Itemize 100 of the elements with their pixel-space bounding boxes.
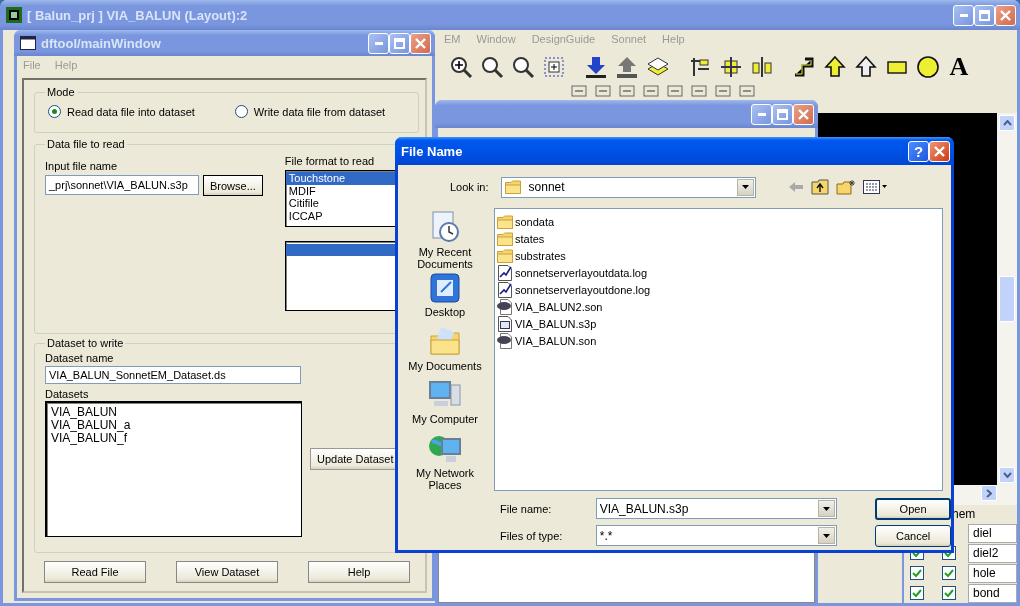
- radio-label: Write data file from dataset: [253, 105, 386, 118]
- list-item[interactable]: VIA_BALUN_f: [48, 432, 301, 445]
- field-label: File format to read: [284, 155, 376, 167]
- place-item[interactable]: My Network Places: [405, 431, 485, 491]
- dataset-name-field[interactable]: VIA_BALUN_SonnetEM_Dataset.ds: [45, 366, 301, 384]
- toolbar-icon: [643, 83, 659, 98]
- close-button[interactable]: [410, 32, 431, 54]
- circle-icon: [916, 54, 940, 79]
- toolbar-icon: [667, 83, 683, 98]
- folder-icon: [429, 325, 461, 358]
- close-icon: [934, 145, 945, 157]
- checkbox[interactable]: [942, 586, 956, 600]
- view-menu-icon: [862, 180, 887, 194]
- place-item[interactable]: My Documents: [408, 323, 482, 378]
- group-label: Dataset to write: [46, 337, 125, 349]
- globe-computer-icon: [428, 433, 462, 465]
- group-label: Data file to read: [46, 138, 126, 150]
- document-icon: [497, 298, 513, 315]
- minimize-icon: [959, 13, 968, 17]
- group-label: Mode: [46, 86, 76, 98]
- toolbar-icon: [739, 83, 755, 98]
- file-name[interactable]: sondata: [515, 215, 555, 228]
- dialog-button[interactable]: View Dataset: [176, 561, 278, 583]
- app-icon: [6, 7, 22, 23]
- layer-name: diel: [968, 523, 1017, 543]
- folder-icon: [497, 214, 513, 229]
- file-name[interactable]: substrates: [515, 249, 566, 262]
- maximize-button[interactable]: [772, 103, 793, 125]
- close-button[interactable]: [929, 140, 950, 162]
- scroll-down-icon: [1002, 472, 1012, 478]
- look-in-dropdown[interactable]: sonnet: [500, 176, 756, 198]
- file-name[interactable]: sonnetserverlayoutdone.log: [515, 283, 651, 296]
- minimize-button[interactable]: [368, 32, 389, 54]
- minimize-icon: [757, 112, 766, 116]
- place-item[interactable]: My Recent Documents: [405, 208, 485, 270]
- list-item[interactable]: VIA_BALUN: [48, 406, 301, 419]
- cancel-button[interactable]: Cancel: [875, 524, 951, 547]
- dropdown-arrow-button[interactable]: [736, 178, 754, 196]
- new-folder-icon: [835, 179, 856, 195]
- checkbox[interactable]: [910, 566, 924, 580]
- document-icon: [497, 332, 513, 349]
- vertical-scrollbar[interactable]: [997, 113, 1017, 485]
- place-item[interactable]: Desktop: [424, 270, 466, 324]
- zoom-icon: [511, 54, 535, 79]
- file-type-dropdown[interactable]: *.*: [595, 525, 838, 546]
- caret-down-icon: [823, 533, 831, 538]
- close-icon: [798, 108, 809, 120]
- field-label: Files of type:: [500, 529, 564, 542]
- browse-button[interactable]: Browse...: [203, 175, 263, 196]
- file-name[interactable]: VIA_BALUN.s3p: [515, 317, 597, 330]
- list-item[interactable]: VIA_BALUN_a: [48, 419, 301, 432]
- close-button[interactable]: [995, 4, 1016, 26]
- field-label: Datasets: [45, 388, 90, 400]
- dialog-button[interactable]: Read File: [44, 561, 146, 583]
- scroll-up-icon: [1002, 120, 1012, 126]
- layer-name: hole: [968, 563, 1017, 583]
- back-arrow-icon: [787, 181, 804, 193]
- window-title: dftool/mainWindow: [41, 35, 162, 51]
- folder-icon: [497, 248, 513, 263]
- dropdown-arrow-button[interactable]: [818, 500, 836, 517]
- document-icon: [497, 281, 513, 298]
- field-label: Look in:: [450, 181, 489, 193]
- window-title: [ Balun_prj ] VIA_BALUN (Layout):2: [27, 7, 249, 23]
- maximize-icon: [777, 108, 788, 120]
- radio-button[interactable]: [48, 105, 61, 118]
- file-name[interactable]: sonnetserverlayoutdata.log: [515, 266, 648, 279]
- maximize-button[interactable]: [389, 32, 410, 54]
- open-button[interactable]: Open: [875, 497, 951, 520]
- maximize-icon: [394, 37, 405, 49]
- folder-icon: [504, 180, 521, 194]
- field-label: Dataset name: [45, 352, 115, 364]
- document-icon: [497, 264, 513, 281]
- arrow-shape-icon: [823, 54, 847, 79]
- close-button[interactable]: [793, 103, 814, 125]
- file-name[interactable]: VIA_BALUN2.son: [515, 300, 603, 313]
- scroll-thumb[interactable]: [999, 276, 1015, 322]
- minimize-button[interactable]: [953, 4, 974, 26]
- window-icon: [20, 36, 36, 50]
- upload-arrow-icon: [615, 54, 639, 79]
- file-name[interactable]: VIA_BALUN.son: [515, 334, 597, 347]
- dialog-button[interactable]: Help: [308, 561, 410, 583]
- radio-button[interactable]: [234, 105, 248, 118]
- arrow-outline-icon: [854, 54, 878, 79]
- file-name-dropdown[interactable]: VIA_BALUN.s3p: [595, 498, 838, 519]
- zoom-icon: [480, 54, 504, 79]
- checkbox[interactable]: [942, 566, 956, 580]
- input-file-field[interactable]: _prj\sonnet\VIA_BALUN.s3p: [45, 175, 199, 195]
- help-button[interactable]: ?: [908, 140, 929, 162]
- minimize-button[interactable]: [751, 103, 772, 125]
- checkbox[interactable]: [910, 586, 924, 600]
- maximize-button[interactable]: [974, 4, 995, 26]
- place-item[interactable]: My Computer: [412, 377, 478, 431]
- document-clock-icon: [429, 210, 461, 244]
- mirror-icon: [750, 54, 774, 79]
- text-tool-button[interactable]: A: [945, 51, 973, 82]
- dropdown-arrow-button[interactable]: [818, 527, 836, 544]
- toolbar-icon: [571, 83, 587, 98]
- layer-name: bond: [968, 583, 1017, 603]
- file-name[interactable]: states: [515, 232, 545, 245]
- minimize-icon: [374, 41, 383, 45]
